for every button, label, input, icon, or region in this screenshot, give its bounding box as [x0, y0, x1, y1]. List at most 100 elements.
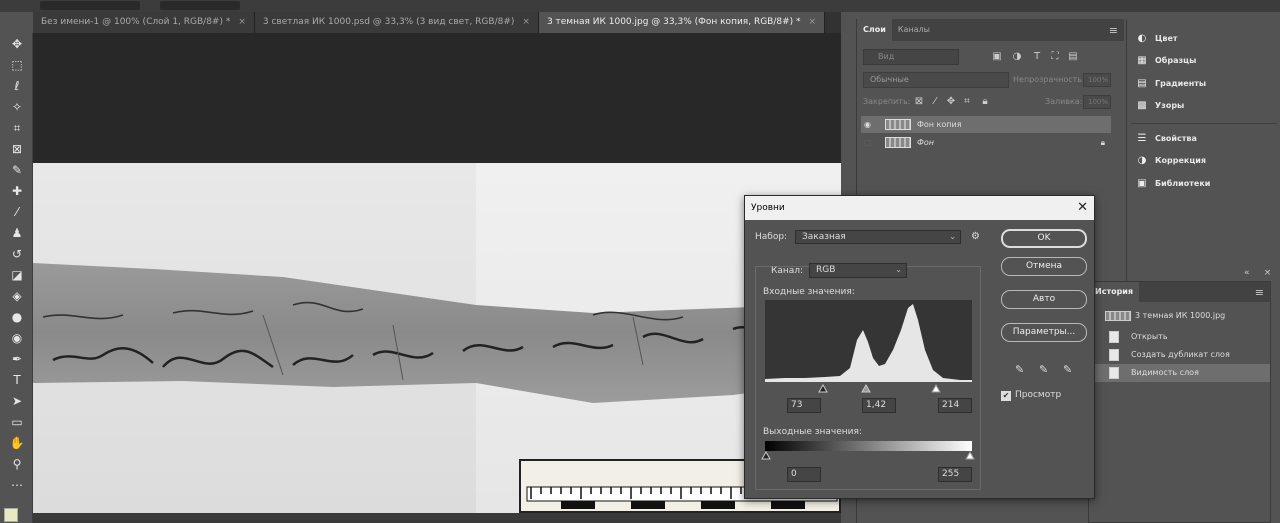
panel-adjustments[interactable]: ◑ Коррекция — [1135, 153, 1206, 169]
input-white-slider[interactable] — [931, 383, 941, 393]
lock-position-icon[interactable]: ✥ — [945, 96, 957, 108]
preview-checkbox[interactable]: ✔ — [1001, 391, 1011, 401]
tab-history[interactable]: История — [1089, 282, 1140, 302]
lock-all-icon[interactable]: 🔒︎ — [979, 96, 991, 108]
tab-channels[interactable]: Каналы — [892, 19, 936, 41]
path-selection-tool-icon[interactable]: ➤ — [7, 392, 27, 410]
healing-brush-tool-icon[interactable]: ✚ — [7, 182, 27, 200]
tab-close-icon[interactable]: × — [809, 17, 817, 27]
marquee-tool-icon[interactable]: ⬚ — [7, 56, 27, 74]
zoom-tool-icon[interactable]: ⚲ — [7, 455, 27, 473]
hand-tool-icon[interactable]: ✋ — [7, 434, 27, 452]
tab-light-ir[interactable]: 3 светлая ИК 1000.psd @ 33,3% (3 вид све… — [254, 12, 539, 33]
ok-button[interactable]: OK — [1001, 229, 1087, 248]
cancel-button[interactable]: Отмена — [1001, 257, 1087, 276]
options-field[interactable] — [40, 1, 140, 10]
lock-transparent-icon[interactable]: ⊠ — [913, 96, 925, 108]
history-item-label: Видимость слоя — [1131, 368, 1199, 377]
canvas-area[interactable] — [33, 33, 841, 513]
panel-color[interactable]: ◐ Цвет — [1135, 31, 1178, 47]
blend-mode-select[interactable]: Обычные — [863, 72, 1009, 88]
preset-select[interactable]: Заказная ⌄ — [795, 230, 961, 244]
type-tool-icon[interactable]: T — [7, 371, 27, 389]
eyedropper-tool-icon[interactable]: ✎ — [7, 161, 27, 179]
pixel-filter-icon[interactable]: ▣ — [991, 51, 1003, 63]
layer-kind-filter[interactable]: Вид — [863, 49, 959, 65]
history-snapshot[interactable]: 3 темная ИК 1000.jpg — [1089, 307, 1270, 325]
gray-point-eyedropper-icon[interactable]: ✎ — [1039, 363, 1048, 376]
output-sliders[interactable] — [761, 451, 976, 461]
smart-object-filter-icon[interactable]: ▤ — [1067, 51, 1079, 63]
panel-patterns[interactable]: ▩ Узоры — [1135, 98, 1184, 114]
tab-layers[interactable]: Слои — [857, 19, 892, 41]
move-tool-icon[interactable]: ✥ — [7, 35, 27, 53]
options-bar — [0, 0, 1280, 12]
more-tools-icon[interactable]: ⋯ — [7, 476, 27, 494]
lasso-tool-icon[interactable]: ℓ — [7, 77, 27, 95]
tools-panel: ✥ ⬚ ℓ ✧ ⌗ ⊠ ✎ ✚ ⁄ ♟ ↺ ◪ ◈ ● ◉ ✒ T ➤ ▭ ✋ ⚲ ⋯ — [0, 33, 33, 523]
visibility-toggle-empty[interactable]: ▢ — [864, 134, 876, 151]
adjustment-filter-icon[interactable]: ◑ — [1011, 51, 1023, 63]
layer-row-background-copy[interactable]: ◉ Фон копия — [861, 116, 1111, 133]
type-filter-icon[interactable]: T — [1031, 51, 1043, 63]
blur-tool-icon[interactable]: ● — [7, 308, 27, 326]
input-white-field[interactable]: 214 — [938, 398, 972, 413]
tab-untitled-1[interactable]: Без имени-1 @ 100% (Слой 1, RGB/8#) * × — [33, 12, 255, 33]
history-step[interactable]: Создать дубликат слоя — [1089, 346, 1270, 364]
panel-gradients[interactable]: ▤ Градиенты — [1135, 76, 1206, 92]
layer-row-background[interactable]: ▢ Фон 🔒︎ — [861, 134, 1111, 151]
panel-menu-icon[interactable]: ≡ — [1255, 286, 1264, 299]
output-black-field[interactable]: 0 — [787, 467, 821, 482]
options-field[interactable] — [160, 1, 240, 10]
history-step[interactable]: Открыть — [1089, 328, 1270, 346]
opacity-input[interactable]: 100% — [1083, 73, 1111, 87]
options-button[interactable]: Параметры... — [1001, 323, 1087, 342]
rectangle-tool-icon[interactable]: ▭ — [7, 413, 27, 431]
crop-tool-icon[interactable]: ⌗ — [7, 119, 27, 137]
panel-label: Библиотеки — [1155, 179, 1211, 188]
panel-menu-icon[interactable]: ≡ — [1109, 24, 1118, 37]
magic-wand-tool-icon[interactable]: ✧ — [7, 98, 27, 116]
input-gamma-slider[interactable] — [861, 383, 871, 393]
gradients-icon: ▤ — [1137, 78, 1147, 89]
tab-close-icon[interactable]: × — [238, 17, 246, 27]
tab-close-icon[interactable]: × — [522, 17, 530, 27]
input-sliders[interactable] — [765, 383, 972, 393]
frame-tool-icon[interactable]: ⊠ — [7, 140, 27, 158]
input-gamma-field[interactable]: 1,42 — [862, 398, 896, 413]
brush-tool-icon[interactable]: ⁄ — [7, 203, 27, 221]
collapse-panels-icon[interactable]: « × — [1244, 268, 1271, 278]
eraser-tool-icon[interactable]: ◪ — [7, 266, 27, 284]
panel-swatches[interactable]: ▦ Образцы — [1135, 53, 1196, 69]
foreground-color-swatch[interactable] — [4, 508, 18, 522]
panel-libraries[interactable]: ▣ Библиотеки — [1135, 176, 1210, 192]
channel-select[interactable]: RGB ⌄ — [809, 263, 907, 278]
history-panel-header: История ≡ — [1089, 282, 1270, 302]
document-image[interactable] — [33, 163, 841, 513]
paint-bucket-tool-icon[interactable]: ◈ — [7, 287, 27, 305]
clone-stamp-tool-icon[interactable]: ♟ — [7, 224, 27, 242]
fill-input[interactable]: 100% — [1083, 95, 1111, 109]
gear-icon[interactable]: ⚙ — [971, 231, 980, 242]
panel-label: Образцы — [1155, 56, 1197, 65]
output-black-slider[interactable] — [761, 451, 771, 460]
output-white-slider[interactable] — [965, 451, 975, 460]
dodge-tool-icon[interactable]: ◉ — [7, 329, 27, 347]
lock-pixels-icon[interactable]: ⁄ — [929, 96, 941, 108]
output-white-field[interactable]: 255 — [938, 467, 972, 482]
close-icon[interactable]: ✕ — [1077, 196, 1088, 220]
shape-filter-icon[interactable]: ⛶ — [1049, 51, 1061, 63]
panel-properties[interactable]: ☰ Свойства — [1135, 131, 1197, 147]
input-black-field[interactable]: 73 — [787, 398, 821, 413]
tab-dark-ir[interactable]: 3 темная ИК 1000.jpg @ 33,3% (Фон копия,… — [538, 12, 826, 33]
auto-button[interactable]: Авто — [1001, 290, 1087, 309]
lock-artboard-icon[interactable]: ⌗ — [961, 96, 973, 108]
input-black-slider[interactable] — [818, 383, 828, 393]
white-point-eyedropper-icon[interactable]: ✎ — [1063, 363, 1072, 376]
history-step[interactable]: Видимость слоя — [1089, 364, 1270, 382]
black-point-eyedropper-icon[interactable]: ✎ — [1015, 363, 1024, 376]
pen-tool-icon[interactable]: ✒ — [7, 350, 27, 368]
history-brush-tool-icon[interactable]: ↺ — [7, 245, 27, 263]
visibility-eye-icon[interactable]: ◉ — [864, 116, 876, 133]
history-step-icon — [1109, 349, 1119, 361]
